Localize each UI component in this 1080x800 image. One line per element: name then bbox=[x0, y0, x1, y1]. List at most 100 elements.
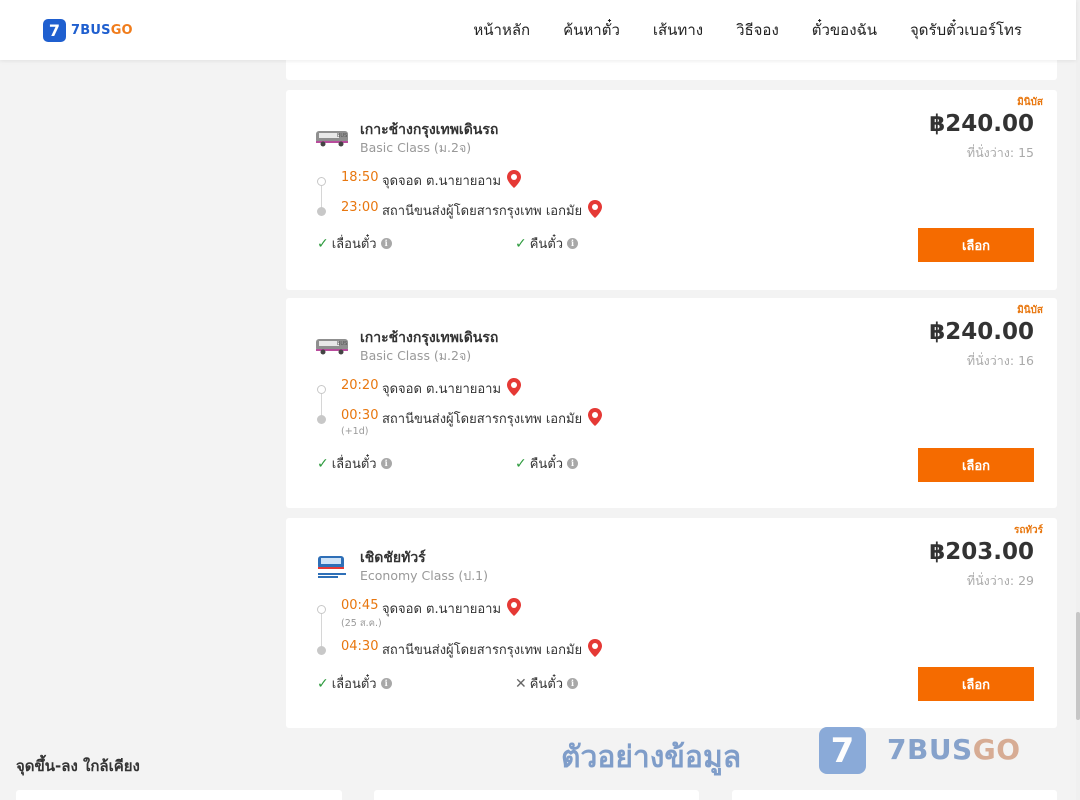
map-pin-icon[interactable] bbox=[588, 408, 603, 430]
departure-date-note: (25 ส.ค.) bbox=[341, 618, 382, 629]
nav-my-tickets[interactable]: ตั๋วของฉัน bbox=[812, 18, 877, 42]
arrival-time: 00:30 bbox=[341, 408, 379, 423]
info-icon[interactable]: i bbox=[567, 678, 579, 689]
refund-ticket-feature: ✕ คืนตั๋ว i bbox=[515, 673, 579, 694]
seats-available: ที่นั่งว่าง: 29 bbox=[966, 573, 1034, 588]
departure-place[interactable]: จุดจอด ต.นายายอาม bbox=[382, 598, 522, 620]
arrival-place[interactable]: สถานีขนส่งผู้โดยสารกรุงเทพ เอกมัย bbox=[382, 200, 603, 222]
change-ticket-feature: ✓ เลื่อนตั๋ว i bbox=[317, 673, 392, 694]
check-icon: ✓ bbox=[515, 235, 527, 252]
arrival-dot bbox=[317, 415, 326, 424]
bus-class: Basic Class (ม.2จ) bbox=[360, 140, 472, 155]
map-pin-icon[interactable] bbox=[588, 200, 603, 222]
refund-ticket-feature: ✓ คืนตั๋ว i bbox=[515, 453, 579, 474]
logo-text-accent: GO bbox=[110, 23, 133, 38]
departure-place-label: จุดจอด ต.นายายอาม bbox=[382, 602, 502, 617]
check-icon: ✓ bbox=[515, 455, 527, 472]
arrival-time: 23:00 bbox=[341, 200, 379, 215]
nearby-stop-card[interactable] bbox=[374, 790, 699, 800]
departure-dot bbox=[317, 177, 326, 186]
info-icon[interactable]: i bbox=[380, 678, 392, 689]
logo-mark: 7 bbox=[43, 19, 66, 42]
watermark-brand-main: 7BUS bbox=[887, 733, 973, 766]
change-ticket-label: เลื่อนตั๋ว bbox=[331, 677, 377, 692]
arrival-place-label: สถานีขนส่งผู้โดยสารกรุงเทพ เอกมัย bbox=[382, 204, 583, 219]
select-trip-button[interactable]: เลือก bbox=[918, 448, 1034, 482]
change-ticket-feature: ✓ เลื่อนตั๋ว i bbox=[317, 453, 392, 474]
departure-place[interactable]: จุดจอด ต.นายายอาม bbox=[382, 378, 522, 400]
check-icon: ✓ bbox=[317, 675, 329, 692]
logo-text-main: 7BUS bbox=[71, 23, 111, 38]
sample-data-watermark: ตัวอย่างข้อมูล bbox=[561, 740, 742, 775]
select-trip-button[interactable]: เลือก bbox=[918, 228, 1034, 262]
refund-ticket-label: คืนตั๋ว bbox=[529, 237, 564, 252]
nearby-stop-card[interactable] bbox=[16, 790, 342, 800]
vehicle-type-badge: มินิบัส bbox=[1017, 97, 1043, 108]
check-icon: ✓ bbox=[317, 455, 329, 472]
seats-available: ที่นั่งว่าง: 15 bbox=[966, 145, 1034, 160]
arrival-place[interactable]: สถานีขนส่งผู้โดยสารกรุงเทพ เอกมัย bbox=[382, 639, 603, 661]
departure-dot bbox=[317, 385, 326, 394]
info-icon[interactable]: i bbox=[380, 458, 392, 469]
arrival-dot bbox=[317, 646, 326, 655]
info-icon[interactable]: i bbox=[380, 238, 392, 249]
select-trip-button[interactable]: เลือก bbox=[918, 667, 1034, 701]
ticket-price: ฿203.00 bbox=[929, 539, 1034, 565]
svg-text:BUS: BUS bbox=[337, 341, 347, 347]
departure-place[interactable]: จุดจอด ต.นายายอาม bbox=[382, 170, 522, 192]
info-icon[interactable]: i bbox=[567, 458, 579, 469]
minibus-logo-icon: BUS bbox=[314, 126, 350, 148]
departure-time: 00:45 bbox=[341, 598, 379, 613]
arrival-place-label: สถานีขนส่งผู้โดยสารกรุงเทพ เอกมัย bbox=[382, 643, 583, 658]
departure-time: 20:20 bbox=[341, 378, 379, 393]
vehicle-type-badge: รถทัวร์ bbox=[1013, 525, 1043, 536]
map-pin-icon[interactable] bbox=[507, 598, 522, 620]
bus-class: Economy Class (ป.1) bbox=[360, 568, 489, 583]
nav-ticket-pickup[interactable]: จุดรับตั๋วเบอร์โทร bbox=[910, 18, 1022, 42]
info-icon[interactable]: i bbox=[567, 238, 579, 249]
cross-icon: ✕ bbox=[515, 675, 527, 692]
refund-ticket-label: คืนตั๋ว bbox=[529, 457, 564, 472]
trip-card[interactable]: มินิบัส BUS เกาะช้างกรุงเทพเดินรถ Basic Cla… bbox=[286, 90, 1057, 290]
bus-class: Basic Class (ม.2จ) bbox=[360, 348, 472, 363]
change-ticket-label: เลื่อนตั๋ว bbox=[331, 457, 377, 472]
seats-available: ที่นั่งว่าง: 16 bbox=[966, 353, 1034, 368]
departure-dot bbox=[317, 605, 326, 614]
change-ticket-feature: ✓ เลื่อนตั๋ว i bbox=[317, 233, 392, 254]
departure-place-label: จุดจอด ต.นายายอาม bbox=[382, 174, 502, 189]
arrival-day-note: (+1d) bbox=[341, 426, 369, 437]
arrival-place[interactable]: สถานีขนส่งผู้โดยสารกรุงเทพ เอกมัย bbox=[382, 408, 603, 430]
nearby-stops-heading: จุดขึ้น-ลง ใกล้เคียง bbox=[16, 757, 140, 775]
arrival-time: 04:30 bbox=[341, 639, 379, 654]
trip-card[interactable]: รถทัวร์ เชิดชัยทัวร์ Economy Class (ป.1) ฿2… bbox=[286, 518, 1057, 728]
minibus-logo-icon: BUS bbox=[314, 334, 350, 356]
page-scrollbar-thumb[interactable] bbox=[1076, 612, 1080, 720]
cherdchai-tour-logo-icon bbox=[314, 554, 350, 578]
watermark-logo-mark: 7 bbox=[819, 727, 866, 774]
map-pin-icon[interactable] bbox=[588, 639, 603, 661]
trip-card[interactable]: มินิบัส BUS เกาะช้างกรุงเทพเดินรถ Basic Cla… bbox=[286, 298, 1057, 508]
site-logo[interactable]: 7 7BUSGO bbox=[43, 19, 133, 42]
nav-how-to-book[interactable]: วิธีจอง bbox=[736, 18, 779, 42]
vehicle-type-badge: มินิบัส bbox=[1017, 305, 1043, 316]
logo-text: 7BUSGO bbox=[71, 23, 133, 38]
refund-ticket-feature: ✓ คืนตั๋ว i bbox=[515, 233, 579, 254]
top-header: 7 7BUSGO หน้าหลัก ค้นหาตั๋ว เส้นทาง วิธี… bbox=[0, 0, 1076, 60]
svg-text:BUS: BUS bbox=[337, 133, 347, 139]
check-icon: ✓ bbox=[317, 235, 329, 252]
departure-time: 18:50 bbox=[341, 170, 379, 185]
ticket-price: ฿240.00 bbox=[929, 319, 1034, 345]
nav-search-ticket[interactable]: ค้นหาตั๋ว bbox=[563, 18, 620, 42]
watermark-brand: 7BUSGO bbox=[887, 733, 1021, 766]
map-pin-icon[interactable] bbox=[507, 170, 522, 192]
nav-routes[interactable]: เส้นทาง bbox=[653, 18, 703, 42]
departure-place-label: จุดจอด ต.นายายอาม bbox=[382, 382, 502, 397]
map-pin-icon[interactable] bbox=[507, 378, 522, 400]
nearby-stop-card[interactable] bbox=[732, 790, 1057, 800]
ticket-price: ฿240.00 bbox=[929, 111, 1034, 137]
change-ticket-label: เลื่อนตั๋ว bbox=[331, 237, 377, 252]
main-nav: หน้าหลัก ค้นหาตั๋ว เส้นทาง วิธีจอง ตั๋วข… bbox=[440, 0, 1022, 60]
nav-home[interactable]: หน้าหลัก bbox=[473, 18, 530, 42]
watermark-brand-accent: GO bbox=[972, 733, 1021, 766]
arrival-place-label: สถานีขนส่งผู้โดยสารกรุงเทพ เอกมัย bbox=[382, 412, 583, 427]
